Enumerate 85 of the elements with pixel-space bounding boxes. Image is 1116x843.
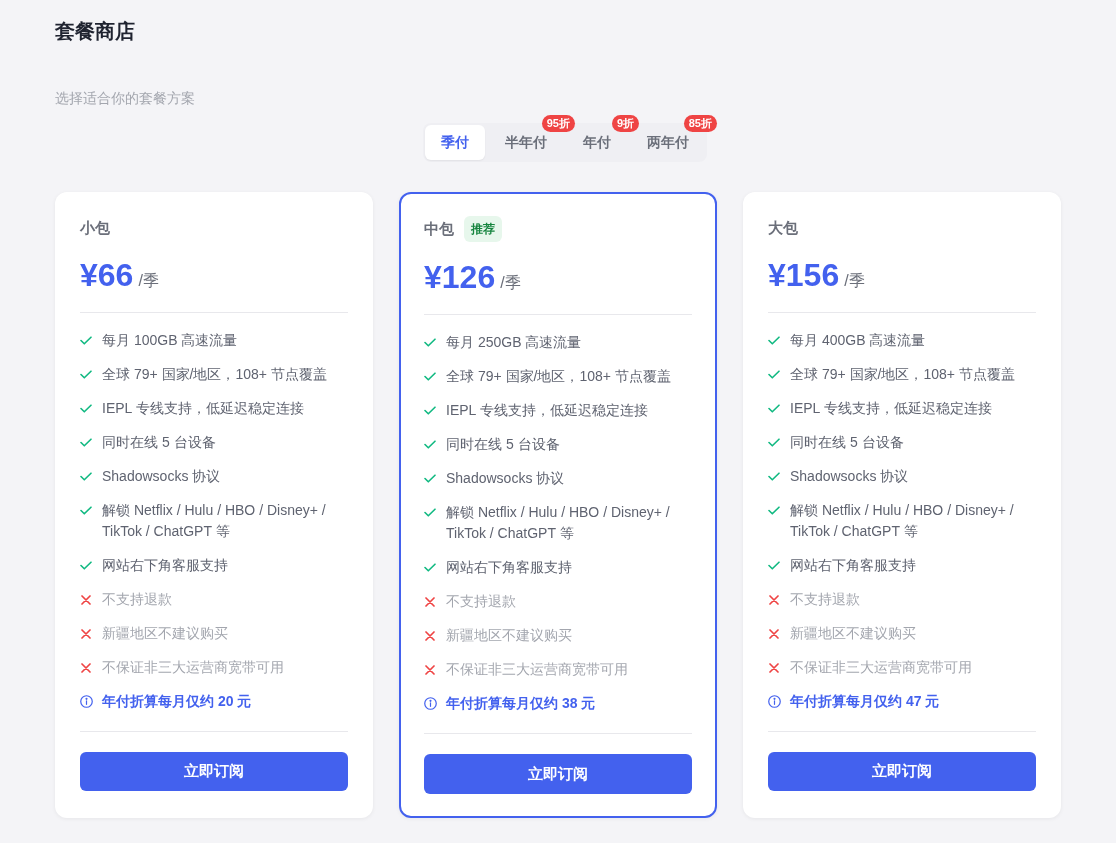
feature-text: 同时在线 5 台设备	[102, 433, 216, 453]
feature-text: IEPL 专线支持，低延迟稳定连接	[102, 399, 304, 419]
plan-name: 大包	[768, 218, 798, 239]
cross-icon	[769, 594, 779, 605]
cross-icon	[81, 662, 91, 673]
billing-tab[interactable]: 季付	[425, 125, 485, 160]
check-icon	[80, 472, 92, 482]
check-icon	[768, 404, 780, 414]
feature-text: 网站右下角客服支持	[446, 558, 572, 577]
feature-text: 不保证非三大运营商宽带可用	[790, 658, 972, 678]
subscribe-button[interactable]: 立即订阅	[80, 752, 348, 791]
feature-text: 同时在线 5 台设备	[790, 433, 904, 453]
check-icon	[768, 438, 780, 448]
feature-text: 新疆地区不建议购买	[102, 624, 228, 644]
plan-name: 中包	[424, 219, 454, 239]
plan-name: 小包	[80, 218, 110, 239]
feature-text: Shadowsocks 协议	[446, 469, 565, 488]
page-title: 套餐商店	[55, 19, 135, 44]
check-icon	[80, 506, 92, 516]
cross-icon	[769, 628, 779, 639]
info-icon	[424, 697, 437, 710]
check-icon	[768, 506, 780, 516]
feature-text: 每月 400GB 高速流量	[790, 331, 926, 351]
recommended-badge: 推荐	[464, 216, 502, 242]
check-icon	[424, 338, 436, 347]
feature-text: 不支持退款	[790, 590, 860, 610]
note-text: 年付折算每月仅约 20 元	[102, 692, 252, 712]
cross-icon	[425, 664, 435, 675]
check-icon	[424, 406, 436, 415]
check-icon	[80, 404, 92, 414]
price-period: /季	[500, 273, 521, 293]
feature-text: 网站右下角客服支持	[102, 556, 228, 576]
cross-icon	[769, 662, 779, 673]
feature-text: 不支持退款	[102, 590, 172, 610]
feature-text: 每月 100GB 高速流量	[102, 331, 238, 351]
feature-text: 不保证非三大运营商宽带可用	[446, 660, 628, 679]
feature-text: Shadowsocks 协议	[790, 467, 909, 487]
cross-icon	[425, 630, 435, 641]
feature-text: IEPL 专线支持，低延迟稳定连接	[446, 401, 648, 420]
info-icon	[80, 695, 93, 709]
subscribe-button[interactable]: 立即订阅	[768, 752, 1036, 791]
check-icon	[424, 440, 436, 449]
cross-icon	[81, 628, 91, 639]
price-period: /季	[138, 271, 159, 292]
check-icon	[424, 474, 436, 483]
subscribe-button[interactable]: 立即订阅	[424, 754, 692, 794]
check-icon	[424, 372, 436, 381]
check-icon	[768, 370, 780, 380]
feature-text: 不支持退款	[446, 592, 516, 611]
check-icon	[80, 561, 92, 571]
feature-text: 全球 79+ 国家/地区，108+ 节点覆盖	[790, 365, 1015, 385]
discount-badge: 9折	[611, 115, 639, 132]
feature-text: 新疆地区不建议购买	[790, 624, 916, 644]
feature-text: 不保证非三大运营商宽带可用	[102, 658, 284, 678]
check-icon	[768, 336, 780, 346]
plan-price: ¥66	[80, 256, 134, 296]
feature-text: 网站右下角客服支持	[790, 556, 916, 576]
feature-text: Shadowsocks 协议	[102, 467, 221, 487]
feature-text: IEPL 专线支持，低延迟稳定连接	[790, 399, 992, 419]
plan-price: ¥126	[424, 258, 496, 297]
price-period: /季	[844, 271, 865, 292]
note-text: 年付折算每月仅约 38 元	[446, 694, 596, 713]
feature-text: 解锁 Netflix / Hulu / HBO / Disney+ / TikTok / ChatGPT 等	[790, 501, 1015, 542]
check-icon	[768, 472, 780, 482]
feature-text: 解锁 Netflix / Hulu / HBO / Disney+ / TikTok / ChatGPT 等	[446, 503, 671, 543]
discount-badge: 95折	[541, 115, 575, 132]
feature-text: 新疆地区不建议购买	[446, 626, 572, 645]
feature-text: 解锁 Netflix / Hulu / HBO / Disney+ / TikTok / ChatGPT 等	[102, 501, 327, 542]
info-icon	[768, 695, 781, 709]
check-icon	[768, 561, 780, 571]
check-icon	[424, 563, 436, 572]
note-text: 年付折算每月仅约 47 元	[790, 692, 940, 712]
feature-text: 同时在线 5 台设备	[446, 435, 560, 454]
feature-text: 全球 79+ 国家/地区，108+ 节点覆盖	[446, 367, 671, 386]
plan-price: ¥156	[768, 256, 840, 296]
feature-text: 全球 79+ 国家/地区，108+ 节点覆盖	[102, 365, 327, 385]
feature-text: 每月 250GB 高速流量	[446, 333, 582, 352]
page-subtitle: 选择适合你的套餐方案	[55, 89, 195, 108]
check-icon	[424, 508, 436, 517]
discount-badge: 85折	[683, 115, 717, 132]
check-icon	[80, 336, 92, 346]
cross-icon	[81, 594, 91, 605]
cross-icon	[425, 596, 435, 607]
check-icon	[80, 438, 92, 448]
check-icon	[80, 370, 92, 380]
